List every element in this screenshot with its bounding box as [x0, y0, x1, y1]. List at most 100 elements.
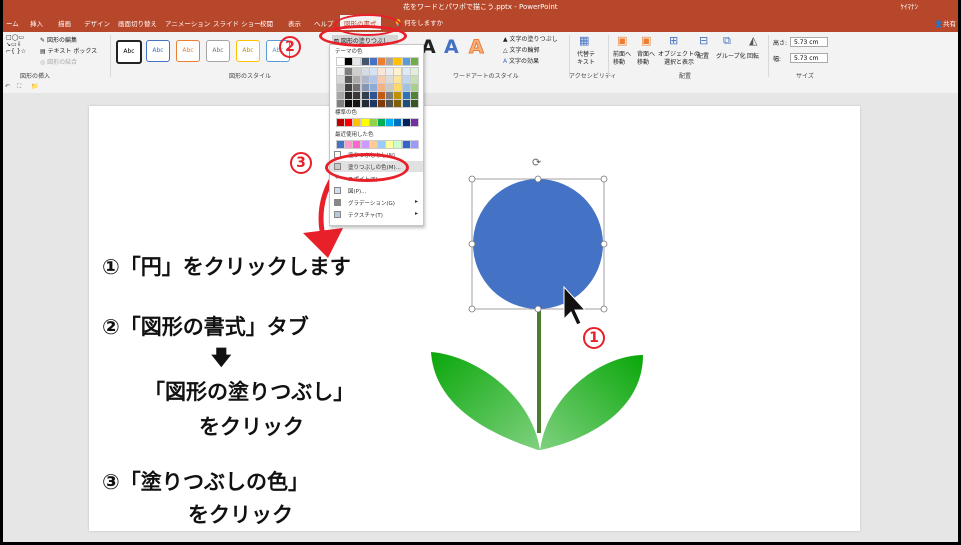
resize-handle[interactable] — [468, 175, 476, 183]
width-label: 幅: — [773, 56, 782, 63]
undo-icon[interactable]: ↶ — [5, 83, 10, 90]
merge-shapes-button[interactable]: ◎ 図形の結合 — [40, 57, 77, 66]
send-backward-icon: ▣ — [641, 34, 652, 47]
wordart-style-2[interactable]: A — [444, 36, 459, 58]
shapes-gallery[interactable]: □◯▭ ↘▭⇩ ⌐{ }☆ — [6, 34, 26, 55]
powerpoint-window: 花をワードとパワポで描こう.pptx - PowerPoint ｹｲﾏﾅﾝ ーム… — [3, 0, 958, 542]
theme-colors-heading: テーマの色 — [335, 49, 363, 55]
rotate-handle-icon[interactable]: ⟳ — [532, 156, 541, 169]
wordart-group-label: ワードアートのスタイル — [453, 73, 519, 80]
text-box-icon: ▤ — [40, 48, 46, 55]
open-folder-icon[interactable]: 📁 — [31, 83, 38, 90]
insert-shapes-group-label: 図形の挿入 — [20, 73, 51, 80]
text-box-button[interactable]: ▤ テキスト ボックス — [40, 46, 97, 55]
width-input[interactable]: 5.73 cm — [790, 53, 828, 63]
recent-color-swatch[interactable] — [409, 140, 419, 149]
accessibility-group-label: アクセシビリティ — [569, 73, 617, 80]
text-fill-label: 文字の塗りつぶし — [509, 36, 558, 43]
theme-color-swatch[interactable] — [409, 99, 419, 108]
gradient-label: グラデーション(G) — [348, 201, 395, 207]
height-input[interactable]: 5.73 cm — [790, 37, 828, 47]
chevron-right-icon: ▸ — [414, 198, 418, 205]
person-icon: 👤 — [934, 20, 943, 28]
window-title: 花をワードとパワポで描こう.pptx - PowerPoint — [403, 3, 558, 11]
gradient-item[interactable]: グラデーション(G) ▸ — [330, 197, 423, 208]
text-outline-button[interactable]: △ 文字の輪郭 — [503, 45, 540, 54]
merge-icon: ◎ — [40, 59, 46, 66]
alt-text-button[interactable]: 代替テ キスト — [577, 51, 595, 67]
resize-handle[interactable] — [600, 175, 608, 183]
text-fill-icon: ▲ — [503, 36, 508, 43]
resize-handle[interactable] — [534, 305, 542, 313]
share-label: 共有 — [943, 20, 956, 28]
tab-home[interactable]: ーム — [6, 18, 19, 28]
tab-view[interactable]: 表示 — [288, 18, 301, 28]
picture-icon — [334, 187, 341, 194]
tab-slideshow[interactable]: スライド ショー — [213, 18, 261, 28]
selection-pane-button[interactable]: オブジェクトの 選択と表示 — [658, 51, 700, 67]
standard-colors-heading: 標準の色 — [335, 110, 358, 116]
shape-styles-group-label: 図形のスタイル — [229, 73, 272, 80]
gradient-icon — [334, 199, 341, 206]
resize-handle[interactable] — [600, 305, 608, 313]
text-fill-button[interactable]: ▲ 文字の塗りつぶし — [503, 34, 558, 43]
flower-drawing: ⟳ — [303, 150, 643, 450]
shape-style-4[interactable]: Abc — [206, 40, 230, 62]
align-button[interactable]: 配置 — [697, 51, 709, 60]
ribbon: □◯▭ ↘▭⇩ ⌐{ }☆ ✎ 図形の編集 ▤ テキスト ボックス ◎ 図形の結合 … — [3, 32, 958, 83]
shape-style-1[interactable]: Abc — [116, 40, 142, 64]
tell-me[interactable]: 💡 何をしますか — [394, 17, 443, 27]
shape-style-3[interactable]: Abc — [176, 40, 200, 62]
resize-handle[interactable] — [468, 240, 476, 248]
rotate-button[interactable]: 回転 — [747, 51, 759, 60]
texture-label: テクスチャ(T) — [348, 213, 383, 219]
theme-color-swatch[interactable] — [409, 57, 419, 66]
standard-color-swatch[interactable] — [409, 118, 419, 127]
resize-handle[interactable] — [600, 240, 608, 248]
shape-fill-dropdown: テーマの色 標準の色 最近使用した色 塗りつぶしなし(N) 塗りつぶしの色(M)… — [329, 44, 424, 226]
text-outline-icon: △ — [503, 47, 508, 54]
texture-item[interactable]: テクスチャ(T) ▸ — [330, 209, 423, 220]
leaf-left[interactable] — [431, 352, 540, 450]
start-presentation-icon[interactable]: ⛶ — [17, 83, 21, 91]
tab-design[interactable]: デザイン — [84, 18, 110, 28]
stem[interactable] — [537, 308, 541, 433]
wordart-style-3[interactable]: A — [469, 36, 485, 59]
group-button[interactable]: グループ化 — [716, 51, 746, 60]
resize-handle[interactable] — [534, 175, 542, 183]
tab-help[interactable]: ヘルプ — [314, 18, 334, 28]
separator — [110, 35, 111, 77]
annotation-one: 1 — [583, 327, 605, 349]
resize-handle[interactable] — [468, 305, 476, 313]
picture-label: 図(P)... — [348, 189, 367, 195]
rotate-icon: ◭ — [749, 34, 758, 47]
shape-style-2[interactable]: Abc — [146, 40, 170, 62]
bring-forward-button[interactable]: 前面へ 移動 — [613, 51, 631, 67]
quick-access-toolbar: ↶ ⛶ 📁 — [3, 82, 958, 93]
separator — [608, 35, 609, 77]
text-box-label: テキスト ボックス — [47, 48, 98, 55]
align-icon: ⊟ — [699, 34, 709, 47]
tab-draw[interactable]: 描画 — [58, 18, 71, 28]
send-backward-button[interactable]: 背面へ 移動 — [637, 51, 655, 67]
user-name[interactable]: ｹｲﾏﾅﾝ — [901, 2, 919, 12]
shape-style-5[interactable]: Abc — [236, 40, 260, 62]
height-label: 高さ: — [773, 40, 788, 47]
blue-circle[interactable] — [473, 179, 603, 309]
texture-icon — [334, 211, 341, 218]
text-effects-button[interactable]: A 文字の効果 — [503, 56, 539, 65]
picture-item[interactable]: 図(P)... — [330, 185, 423, 196]
text-effects-label: 文字の効果 — [509, 58, 540, 65]
tab-transitions[interactable]: 画面切り替え — [118, 18, 157, 28]
separator — [768, 35, 769, 77]
group-icon: ⧉ — [723, 34, 731, 47]
recent-colors-heading: 最近使用した色 — [335, 132, 374, 138]
edit-shape-button[interactable]: ✎ 図形の編集 — [40, 35, 77, 44]
text-outline-label: 文字の輪郭 — [509, 47, 540, 54]
screenshot-frame: 花をワードとパワポで描こう.pptx - PowerPoint ｹｲﾏﾅﾝ ーム… — [0, 0, 961, 545]
leaf-right[interactable] — [540, 355, 643, 450]
tab-insert[interactable]: 挿入 — [30, 18, 43, 28]
tab-animations[interactable]: アニメーション — [165, 18, 210, 28]
tab-review[interactable]: 校閲 — [260, 18, 273, 28]
share-button[interactable]: 👤共有 — [935, 18, 956, 28]
